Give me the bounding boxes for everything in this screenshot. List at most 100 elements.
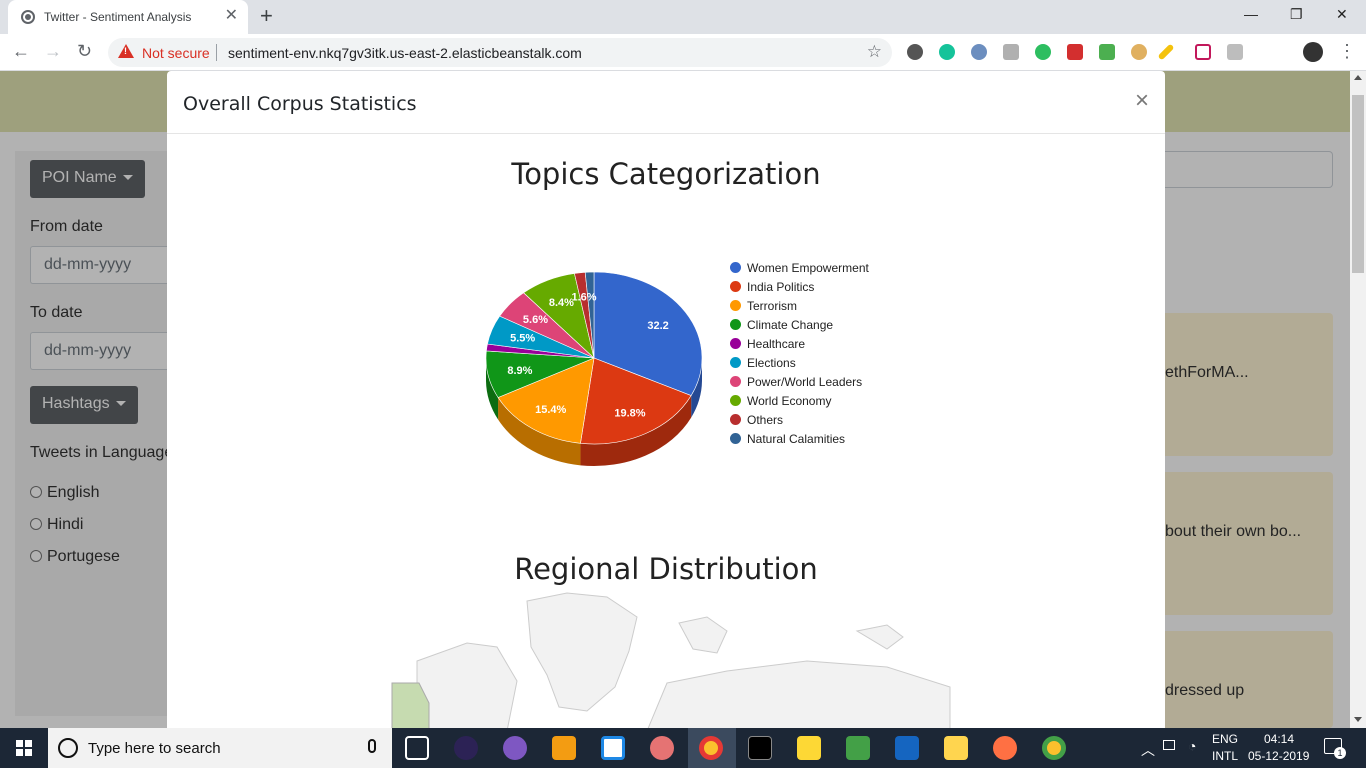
legend-label: Terrorism — [747, 299, 797, 313]
pie-data-label: 32.2 — [647, 320, 668, 332]
pie-data-label: 1.6% — [572, 292, 597, 304]
start-tile — [16, 749, 23, 756]
windows-start-icon[interactable] — [16, 740, 32, 756]
restore-button[interactable]: ❐ — [1290, 6, 1303, 23]
legend-item[interactable]: Natural Calamities — [730, 432, 845, 446]
task-view-icon[interactable] — [405, 736, 429, 760]
pie-data-label: 8.4% — [549, 297, 574, 309]
menu-icon[interactable]: ⋮ — [1338, 41, 1356, 61]
security-status[interactable]: Not secure — [142, 45, 210, 61]
map-chart-title: Regional Distribution — [514, 552, 818, 586]
legend-swatch — [730, 300, 741, 311]
tab-strip: Twitter - Sentiment Analysis ✕ + — ❐ ✕ — [0, 0, 1366, 34]
scroll-down-icon[interactable] — [1354, 717, 1362, 722]
notification-count-badge: 1 — [1334, 747, 1346, 759]
extension-icon[interactable] — [1067, 44, 1083, 60]
app-icon[interactable] — [650, 736, 674, 760]
clock-time[interactable]: 04:14 — [1264, 732, 1294, 746]
eclipse-icon[interactable] — [454, 736, 478, 760]
app-icon[interactable] — [601, 736, 625, 760]
legend-label: India Politics — [747, 280, 815, 294]
scroll-up-icon[interactable] — [1354, 75, 1362, 80]
address-bar[interactable]: Not secure sentiment-env.nkq7gv3itk.us-e… — [108, 38, 892, 67]
pie-data-label: 5.5% — [510, 333, 535, 345]
new-tab-button[interactable]: + — [260, 5, 273, 27]
forward-arrow-icon[interactable]: → — [44, 41, 62, 61]
pie-data-label: 5.6% — [523, 314, 548, 326]
minimize-button[interactable]: — — [1244, 6, 1258, 22]
pencil-icon[interactable] — [1157, 43, 1175, 61]
legend-label: Women Empowerment — [747, 261, 869, 275]
back-arrow-icon[interactable]: ← — [12, 41, 30, 61]
windows-taskbar: Type here to search ︿ ◔ ENG INTL 04:14 0… — [0, 728, 1366, 768]
legend-label: Healthcare — [747, 337, 806, 351]
legend-item[interactable]: Elections — [730, 356, 796, 370]
postman-icon[interactable] — [993, 736, 1017, 760]
warning-icon — [118, 44, 134, 58]
legend-swatch — [730, 414, 741, 425]
app-icon[interactable] — [846, 736, 870, 760]
legend-label: Climate Change — [747, 318, 834, 332]
start-tile — [25, 740, 32, 747]
legend-item[interactable]: Healthcare — [730, 337, 805, 351]
pocket-icon[interactable] — [1195, 44, 1211, 60]
legend-item[interactable]: Others — [730, 413, 783, 427]
extension-icon[interactable] — [1003, 44, 1019, 60]
cors-icon[interactable] — [1099, 44, 1115, 60]
extension-icon[interactable] — [1227, 44, 1243, 60]
pie-data-label: 19.8% — [614, 407, 645, 419]
scrollbar-thumb[interactable] — [1352, 95, 1364, 273]
sublime-text-icon[interactable] — [552, 736, 576, 760]
tray-chevron-icon[interactable]: ︿ — [1141, 740, 1155, 760]
legend-label: Elections — [747, 356, 796, 370]
legend-item[interactable]: Power/World Leaders — [730, 375, 862, 389]
language-indicator-bottom[interactable]: INTL — [1212, 749, 1238, 763]
window-close-button[interactable]: ✕ — [1336, 6, 1348, 23]
legend-label: Natural Calamities — [747, 432, 846, 446]
clock-date[interactable]: 05-12-2019 — [1248, 749, 1309, 763]
url-text[interactable]: sentiment-env.nkq7gv3itk.us-east-2.elast… — [228, 45, 582, 61]
grammarly-icon[interactable] — [939, 44, 955, 60]
pie-data-label: 15.4% — [535, 404, 566, 416]
legend-item[interactable]: Women Empowerment — [730, 261, 869, 275]
taskbar-search[interactable]: Type here to search — [48, 728, 392, 768]
wifi-icon[interactable]: ◔ — [1188, 738, 1196, 754]
start-tile — [25, 749, 32, 756]
legend-item[interactable]: World Economy — [730, 394, 831, 408]
legend-swatch — [730, 319, 741, 330]
battery-icon[interactable] — [1163, 740, 1175, 750]
bookmark-star-icon[interactable]: ☆ — [867, 42, 882, 62]
tab-close-button[interactable]: ✕ — [225, 8, 238, 24]
evernote-icon[interactable] — [1035, 44, 1051, 60]
legend-swatch — [730, 376, 741, 387]
tab-title: Twitter - Sentiment Analysis — [44, 10, 192, 24]
legend-swatch — [730, 281, 741, 292]
page-scrollbar[interactable] — [1350, 71, 1366, 728]
language-indicator-top[interactable]: ENG — [1212, 732, 1238, 746]
legend-swatch — [730, 338, 741, 349]
palette-icon[interactable] — [1131, 44, 1147, 60]
legend-label: Others — [747, 413, 784, 427]
command-prompt-icon[interactable] — [748, 736, 772, 760]
north-america-landmass — [416, 642, 518, 728]
extension-icon[interactable] — [971, 44, 987, 60]
reload-icon[interactable]: ↻ — [77, 41, 92, 61]
legend-swatch — [730, 357, 741, 368]
extension-icon[interactable] — [907, 44, 923, 60]
legend-label: Power/World Leaders — [747, 375, 863, 389]
microphone-icon[interactable] — [368, 739, 376, 753]
github-desktop-icon[interactable] — [503, 736, 527, 760]
chrome-icon[interactable] — [699, 736, 723, 760]
legend-item[interactable]: Climate Change — [730, 318, 833, 332]
address-toolbar: ← → ↻ Not secure sentiment-env.nkq7gv3it… — [0, 34, 1366, 71]
legend-item[interactable]: India Politics — [730, 280, 814, 294]
file-explorer-icon[interactable] — [797, 736, 821, 760]
legend-swatch — [730, 395, 741, 406]
browser-tab[interactable]: Twitter - Sentiment Analysis ✕ — [8, 0, 248, 34]
cortana-icon — [58, 738, 78, 758]
python-icon[interactable] — [944, 736, 968, 760]
avatar[interactable] — [1303, 42, 1323, 62]
chrome-icon[interactable] — [1042, 736, 1066, 760]
legend-item[interactable]: Terrorism — [730, 299, 797, 313]
network-app-icon[interactable] — [895, 736, 919, 760]
